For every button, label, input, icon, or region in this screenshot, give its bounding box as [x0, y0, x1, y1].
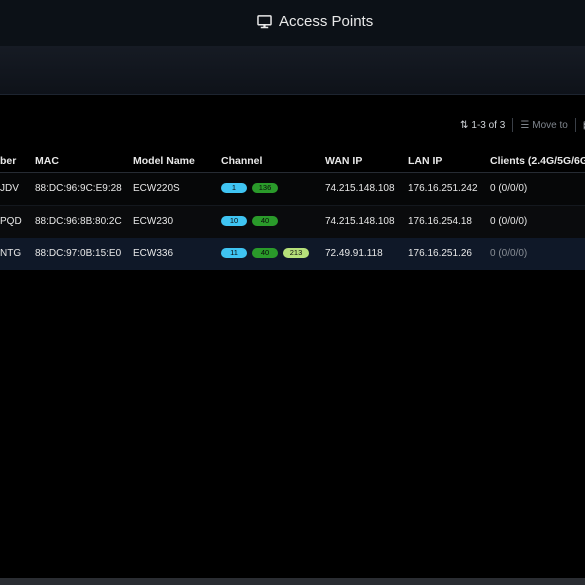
- wan-ip-cell: 74.215.148.108: [325, 216, 395, 227]
- channel-cell: 10 40: [221, 216, 278, 226]
- model-cell: ECW230: [133, 216, 174, 227]
- table-row-selected[interactable]: NTG 88:DC:97:0B:15:E0 ECW336 11 40 213 7…: [0, 238, 585, 270]
- channel-badge-5g: 40: [252, 216, 278, 226]
- serial-cell: PQD: [0, 216, 22, 227]
- top-bar: Access Points: [0, 0, 585, 46]
- monitor-icon: [257, 14, 272, 28]
- model-cell: ECW336: [133, 248, 174, 259]
- wan-ip-cell: 72.49.91.118: [325, 248, 383, 259]
- lan-ip-cell: 176.16.254.18: [408, 216, 472, 227]
- wan-ip-cell: 74.215.148.108: [325, 183, 395, 194]
- move-to-button[interactable]: ☰ Move to: [520, 120, 568, 131]
- lan-ip-cell: 176.16.251.242: [408, 183, 478, 194]
- list-icon: ☰: [520, 119, 530, 131]
- row-count-label: 1-3 of 3: [471, 119, 506, 131]
- channel-cell: 11 40 213: [221, 248, 309, 258]
- serial-cell: NTG: [0, 248, 22, 259]
- toolbar-divider: [512, 118, 514, 132]
- channel-badge-2g: 11: [221, 248, 247, 258]
- channel-badge-2g: 10: [221, 216, 247, 226]
- bottom-scrollbar[interactable]: [0, 578, 585, 585]
- page-title-text: Access Points: [279, 13, 374, 30]
- page: Access Points ⇅ 1-3 of 3 ☰ Move to ▤ ber…: [0, 0, 585, 585]
- clients-cell: 0 (0/0/0): [490, 248, 528, 259]
- column-header-model[interactable]: Model Name: [133, 155, 195, 167]
- table-header: ber MAC Model Name Channel WAN IP LAN IP…: [0, 150, 585, 173]
- table-toolbar: ⇅ 1-3 of 3 ☰ Move to ▤: [460, 118, 585, 132]
- mac-cell: 88:DC:96:8B:80:2C: [35, 216, 122, 227]
- clients-cell: 0 (0/0/0): [490, 183, 528, 194]
- column-header-mac[interactable]: MAC: [35, 155, 59, 167]
- channel-badge-5g: 40: [252, 248, 278, 258]
- sort-icon: ⇅: [460, 119, 469, 131]
- channel-badge-2g: 1: [221, 183, 247, 193]
- lan-ip-cell: 176.16.251.26: [408, 248, 472, 259]
- column-header-channel[interactable]: Channel: [221, 155, 262, 167]
- column-header-lan-ip[interactable]: LAN IP: [408, 155, 442, 167]
- toolbar-divider: [574, 118, 576, 132]
- table-row[interactable]: PQD 88:DC:96:8B:80:2C ECW230 10 40 74.21…: [0, 206, 585, 239]
- move-to-label: Move to: [532, 119, 568, 131]
- mac-cell: 88:DC:96:9C:E9:28: [35, 183, 122, 194]
- model-cell: ECW220S: [133, 183, 180, 194]
- mac-cell: 88:DC:97:0B:15:E0: [35, 248, 122, 259]
- channel-badge-6g: 213: [283, 248, 309, 258]
- table-row[interactable]: JDV 88:DC:96:9C:E9:28 ECW220S 1 136 74.2…: [0, 173, 585, 206]
- column-header-serial[interactable]: ber: [0, 155, 16, 167]
- channel-cell: 1 136: [221, 183, 278, 193]
- clients-cell: 0 (0/0/0): [490, 216, 528, 227]
- sub-header-bar: [0, 46, 585, 95]
- page-title: Access Points: [257, 13, 373, 30]
- sort-control[interactable]: ⇅ 1-3 of 3: [460, 120, 505, 131]
- serial-cell: JDV: [0, 183, 19, 194]
- column-header-wan-ip[interactable]: WAN IP: [325, 155, 362, 167]
- channel-badge-5g: 136: [252, 183, 278, 193]
- column-header-clients[interactable]: Clients (2.4G/5G/6G: [490, 155, 585, 167]
